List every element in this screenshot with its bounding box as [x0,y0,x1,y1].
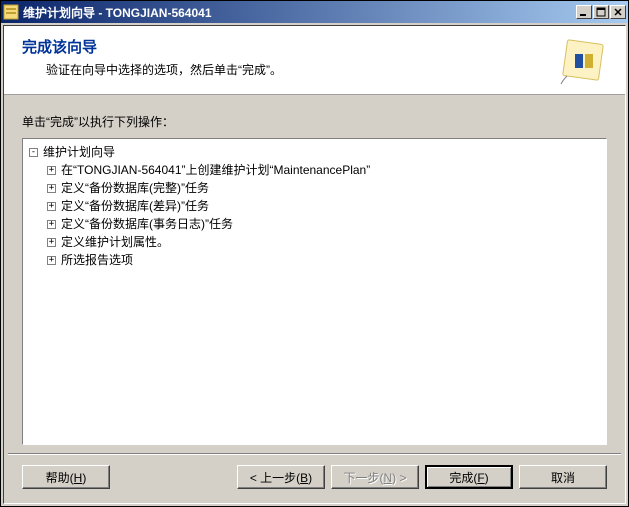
minimize-button[interactable] [576,5,592,19]
header-text-block: 完成该向导 验证在向导中选择的选项，然后单击“完成”。 [22,36,549,78]
tree-item[interactable]: + 定义“备份数据库(差异)”任务 [29,197,600,215]
tree-item-label: 定义维护计划属性。 [61,233,169,251]
tree-item[interactable]: + 在“TONGJIAN-564041”上创建维护计划“MaintenanceP… [29,161,600,179]
button-label: < 上一步(B) [250,469,312,486]
header-subtitle: 验证在向导中选择的选项，然后单击“完成”。 [22,61,549,78]
tree-item-label: 定义“备份数据库(完整)”任务 [61,179,209,197]
content-area: 单击“完成”以执行下列操作： - 维护计划向导 + 在“TONGJIAN-564… [4,95,625,453]
tree-item-label: 所选报告选项 [61,251,133,269]
maximize-button[interactable] [593,5,609,19]
app-icon [3,4,19,20]
tree-item[interactable]: + 定义维护计划属性。 [29,233,600,251]
help-button[interactable]: 帮助(H) [22,465,110,489]
tree-item-label: 在“TONGJIAN-564041”上创建维护计划“MaintenancePla… [61,161,370,179]
tree-item-label: 定义“备份数据库(事务日志)”任务 [61,215,233,233]
expander-icon[interactable]: + [47,238,56,247]
tree-item[interactable]: + 定义“备份数据库(事务日志)”任务 [29,215,600,233]
tree-children: + 在“TONGJIAN-564041”上创建维护计划“MaintenanceP… [29,161,600,269]
instruction-label: 单击“完成”以执行下列操作： [22,113,607,130]
header-title: 完成该向导 [22,36,549,57]
back-button[interactable]: < 上一步(B) [237,465,325,489]
next-button: 下一步(N) > [331,465,419,489]
button-label: 完成(F) [449,469,488,486]
summary-tree[interactable]: - 维护计划向导 + 在“TONGJIAN-564041”上创建维护计划“Mai… [22,138,607,445]
title-text: 维护计划向导 - TONGJIAN-564041 [23,4,576,21]
expander-icon[interactable]: + [47,166,56,175]
tree-root-row[interactable]: - 维护计划向导 [29,143,600,161]
cancel-button[interactable]: 取消 [519,465,607,489]
tree-item[interactable]: + 所选报告选项 [29,251,600,269]
header-icon [557,36,607,86]
expander-icon[interactable]: - [29,148,38,157]
finish-button[interactable]: 完成(F) [425,465,513,489]
window-controls [576,5,626,19]
expander-icon[interactable]: + [47,220,56,229]
close-button[interactable] [610,5,626,19]
expander-icon[interactable]: + [47,184,56,193]
titlebar: 维护计划向导 - TONGJIAN-564041 [1,1,628,23]
expander-icon[interactable]: + [47,256,56,265]
button-bar: 帮助(H) < 上一步(B) 下一步(N) > 完成(F) 取消 [4,455,625,503]
wizard-window: 维护计划向导 - TONGJIAN-564041 完成该向导 验证在向导中选择的… [0,0,629,507]
button-label: 取消 [551,469,575,486]
tree-item[interactable]: + 定义“备份数据库(完整)”任务 [29,179,600,197]
tree-root-label: 维护计划向导 [43,143,115,161]
expander-icon[interactable]: + [47,202,56,211]
nav-button-group: < 上一步(B) 下一步(N) > 完成(F) 取消 [237,465,607,489]
tree-item-label: 定义“备份数据库(差异)”任务 [61,197,209,215]
tree-root-container: - 维护计划向导 + 在“TONGJIAN-564041”上创建维护计划“Mai… [29,143,600,269]
button-label: 帮助(H) [46,469,87,486]
wizard-header: 完成该向导 验证在向导中选择的选项，然后单击“完成”。 [4,26,625,95]
window-body: 完成该向导 验证在向导中选择的选项，然后单击“完成”。 单击“完成”以执行下列操… [3,25,626,504]
button-label: 下一步(N) > [343,469,406,486]
